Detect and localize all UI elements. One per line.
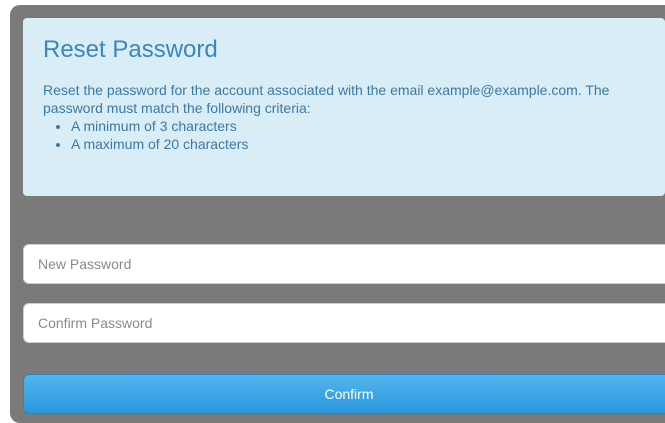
info-alert: Reset Password Reset the password for th… <box>23 18 665 196</box>
confirm-button[interactable]: Confirm <box>23 374 665 414</box>
confirm-password-field[interactable] <box>23 303 665 343</box>
reset-password-panel: Reset Password Reset the password for th… <box>10 5 665 423</box>
info-description: Reset the password for the account assoc… <box>43 82 610 116</box>
page-title: Reset Password <box>43 36 218 63</box>
new-password-field[interactable] <box>23 244 665 284</box>
criteria-list: A minimum of 3 characters A maximum of 2… <box>43 117 645 153</box>
criteria-item-min-length: A minimum of 3 characters <box>71 117 645 135</box>
criteria-item-max-length: A maximum of 20 characters <box>71 135 645 153</box>
